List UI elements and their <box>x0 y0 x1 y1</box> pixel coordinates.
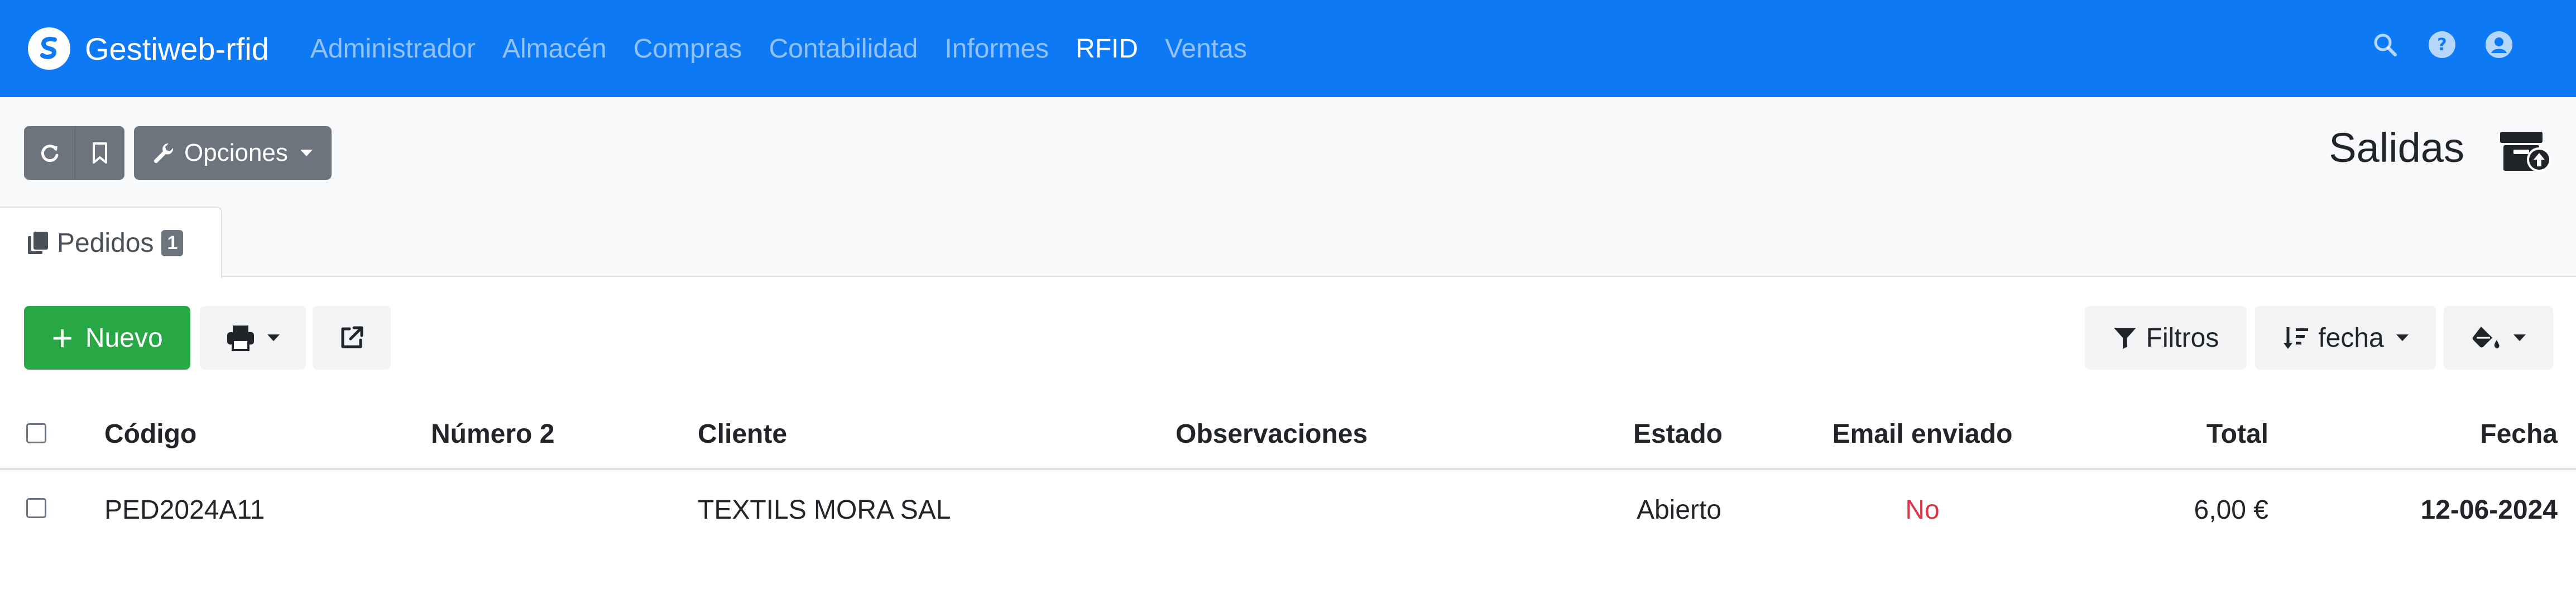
brand-name: Gestiweb-rfid <box>85 31 269 66</box>
menu-item-rfid[interactable]: RFID <box>1076 34 1138 64</box>
header-button-group <box>24 126 124 180</box>
chevron-down-icon <box>2396 334 2409 341</box>
select-all-checkbox[interactable] <box>26 423 46 443</box>
menu-item-informes[interactable]: Informes <box>944 34 1049 64</box>
menu-item-administrador[interactable]: Administrador <box>310 34 476 64</box>
list-actions: + Nuevo Filtros fecha <box>0 306 2576 370</box>
filters-label: Filtros <box>2146 323 2219 353</box>
brand-link[interactable]: Gestiweb-rfid <box>28 27 269 70</box>
print-dropdown-button[interactable] <box>200 306 306 370</box>
reload-button[interactable] <box>24 126 75 180</box>
options-label: Opciones <box>184 139 288 166</box>
page-header: Opciones Salidas Pedidos 1 <box>0 97 2576 278</box>
header-email-enviado[interactable]: Email enviado <box>1786 419 2059 449</box>
search-icon[interactable] <box>2369 29 2401 60</box>
chevron-down-icon <box>300 150 313 156</box>
bookmark-button[interactable] <box>75 126 124 180</box>
cell-email-enviado: No <box>1905 495 1940 525</box>
copy-icon <box>28 232 48 254</box>
table-header: Código Número 2 Cliente Observaciones Es… <box>0 402 2576 470</box>
menu-item-contabilidad[interactable]: Contabilidad <box>769 34 918 64</box>
header-numero2[interactable]: Número 2 <box>431 419 554 449</box>
header-cliente[interactable]: Cliente <box>698 419 787 449</box>
box-export-icon <box>2500 132 2551 172</box>
chevron-down-icon <box>2513 334 2526 341</box>
svg-text:?: ? <box>2437 35 2447 55</box>
cell-cliente: TEXTILS MORA SAL <box>698 495 951 525</box>
user-icon[interactable] <box>2483 29 2515 60</box>
sort-label: fecha <box>2318 323 2384 353</box>
main-menu: Administrador Almacén Compras Contabilid… <box>310 34 1274 64</box>
page-title: Salidas <box>2329 125 2464 171</box>
table-row[interactable]: PED2024A11 TEXTILS MORA SAL Abierto No 6… <box>0 470 2576 552</box>
bookmark-icon <box>93 142 107 164</box>
header-fecha[interactable]: Fecha <box>2344 419 2558 449</box>
row-checkbox[interactable] <box>26 498 46 518</box>
new-label: Nuevo <box>85 323 163 353</box>
external-link-icon <box>341 326 363 348</box>
filter-icon <box>2113 328 2136 349</box>
header-total[interactable]: Total <box>2065 419 2268 449</box>
refresh-icon <box>41 145 58 162</box>
navbar-actions: ? <box>2344 29 2515 60</box>
header-observaciones[interactable]: Observaciones <box>1176 419 1368 449</box>
sort-dropdown-button[interactable]: fecha <box>2255 306 2436 370</box>
cell-fecha: 12-06-2024 <box>2420 495 2558 525</box>
cell-estado: Abierto <box>1636 495 1722 525</box>
menu-item-ventas[interactable]: Ventas <box>1165 34 1247 64</box>
help-icon[interactable]: ? <box>2426 29 2458 60</box>
top-navbar: Gestiweb-rfid Administrador Almacén Comp… <box>0 0 2576 97</box>
chevron-down-icon <box>267 334 280 341</box>
count-badge: 1 <box>161 229 184 256</box>
brand-logo-icon <box>28 27 70 70</box>
header-codigo[interactable]: Código <box>104 419 196 449</box>
menu-item-compras[interactable]: Compras <box>634 34 742 64</box>
printer-icon <box>227 326 254 351</box>
filters-button[interactable]: Filtros <box>2085 306 2247 370</box>
cell-total: 6,00 € <box>2194 495 2268 525</box>
paint-bucket-icon <box>2472 327 2500 348</box>
cell-codigo[interactable]: PED2024A11 <box>104 495 265 525</box>
header-estado[interactable]: Estado <box>1507 419 1723 449</box>
color-dropdown-button[interactable] <box>2444 306 2553 370</box>
new-button[interactable]: + Nuevo <box>24 306 190 370</box>
tab-label: Pedidos <box>57 228 154 258</box>
open-external-button[interactable] <box>313 306 391 370</box>
options-dropdown-button[interactable]: Opciones <box>134 126 332 180</box>
plus-icon: + <box>51 317 73 358</box>
sort-desc-icon <box>2284 327 2309 349</box>
tab-pedidos[interactable]: Pedidos 1 <box>0 207 222 278</box>
wrench-icon <box>153 143 174 164</box>
menu-item-almacen[interactable]: Almacén <box>502 34 607 64</box>
